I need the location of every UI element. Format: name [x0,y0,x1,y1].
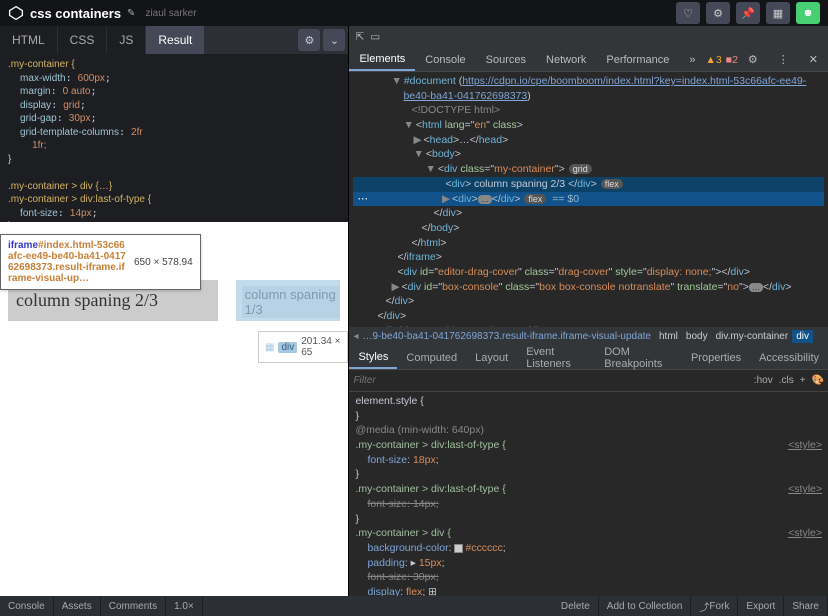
pin-button[interactable]: 📌 [736,2,760,24]
devtools-settings-icon[interactable]: ⚙ [738,49,768,70]
codepen-footer: Console Assets Comments 1.0× Delete Add … [0,596,828,616]
st-events[interactable]: Event Listeners [517,342,595,374]
fb-share[interactable]: Share [784,596,828,616]
heart-button[interactable]: ♡ [676,2,700,24]
left-pane: HTML CSS JS Result ⚙ ⌄ .my-container { m… [0,26,349,596]
edit-title-icon[interactable]: ✎ [127,8,135,19]
device-icon[interactable]: ▭ [370,31,380,43]
dt-elements[interactable]: Elements [349,49,415,71]
fb-assets[interactable]: Assets [54,596,101,616]
dt-console[interactable]: Console [415,50,475,70]
fb-zoom[interactable]: 1.0× [166,596,203,616]
st-props[interactable]: Properties [682,348,750,368]
inspect-icon[interactable]: ⇱ [355,31,364,43]
dt-performance[interactable]: Performance [596,50,679,70]
dt-more[interactable]: » [679,50,705,70]
devtools-menu-icon[interactable]: ⋮ [768,49,799,70]
tab-result[interactable]: Result [146,26,205,54]
hover-dims: ▦ div 201.34 × 65 [258,331,348,363]
main-split: HTML CSS JS Result ⚙ ⌄ .my-container { m… [0,26,828,596]
pen-title[interactable]: css containers [30,6,121,21]
codepen-header: css containers ✎ ziaul sarker ♡ ⚙ 📌 ▦ ☻ [0,0,828,26]
element-tooltip: iframe#index.html-53c66afc-ee49-be40-ba4… [0,234,201,290]
st-a11y[interactable]: Accessibility [750,348,828,368]
add-rule-icon[interactable]: + [800,375,806,386]
fb-fork[interactable]: ⤴ Fork [691,596,738,616]
layout-button[interactable]: ▦ [766,2,790,24]
settings-button[interactable]: ⚙ [706,2,730,24]
css-editor[interactable]: .my-container { max-width: 600px; margin… [0,54,348,222]
fb-export[interactable]: Export [738,596,784,616]
st-styles[interactable]: Styles [349,347,397,369]
styles-filter-row: :hov .cls + 🎨 [349,370,828,392]
dt-sources[interactable]: Sources [476,50,536,70]
devtools-toolbar: ⇱ ▭ [349,26,828,48]
st-dombp[interactable]: DOM Breakpoints [595,342,682,374]
devtools: ⇱ ▭ Elements Console Sources Network Per… [349,26,828,596]
result-preview[interactable]: iframe#index.html-53c66afc-ee49-be40-ba4… [0,222,348,596]
devtools-close-icon[interactable]: ✕ [799,49,828,70]
editor-menu-icon[interactable]: ⌄ [323,29,345,51]
editor-tabs: HTML CSS JS Result ⚙ ⌄ [0,26,348,54]
tooltip-dimensions: 650 × 578.94 [134,257,193,268]
hov-toggle[interactable]: :hov [754,375,773,386]
st-computed[interactable]: Computed [397,348,466,368]
fb-collection[interactable]: Add to Collection [599,596,692,616]
tab-js[interactable]: JS [107,26,146,54]
column-2: column spaning 1/3 [236,280,341,321]
editor-settings-icon[interactable]: ⚙ [298,29,320,51]
codepen-logo [8,5,24,21]
dom-tree[interactable]: ▼#document (https://cdpn.io/cpe/boomboom… [349,72,828,327]
warning-count[interactable]: ▲3 [705,54,721,66]
styles-menu-icon[interactable]: 🎨 [812,375,824,386]
st-layout[interactable]: Layout [466,348,517,368]
styles-pane[interactable]: element.style { } @media (min-width: 640… [349,392,828,596]
tab-html[interactable]: HTML [0,26,58,54]
styles-tabs: Styles Computed Layout Event Listeners D… [349,346,828,370]
fb-comments[interactable]: Comments [101,596,166,616]
code-line: .my-container { [8,59,75,70]
dt-network[interactable]: Network [536,50,596,70]
cls-toggle[interactable]: .cls [779,375,794,386]
fb-delete[interactable]: Delete [553,596,599,616]
fb-console[interactable]: Console [0,596,54,616]
tab-css[interactable]: CSS [58,26,108,54]
avatar-button[interactable]: ☻ [796,2,820,24]
pen-author[interactable]: ziaul sarker [145,8,196,19]
filter-input[interactable] [353,375,747,386]
error-count[interactable]: ■2 [726,54,738,66]
devtools-tabs: Elements Console Sources Network Perform… [349,48,828,72]
